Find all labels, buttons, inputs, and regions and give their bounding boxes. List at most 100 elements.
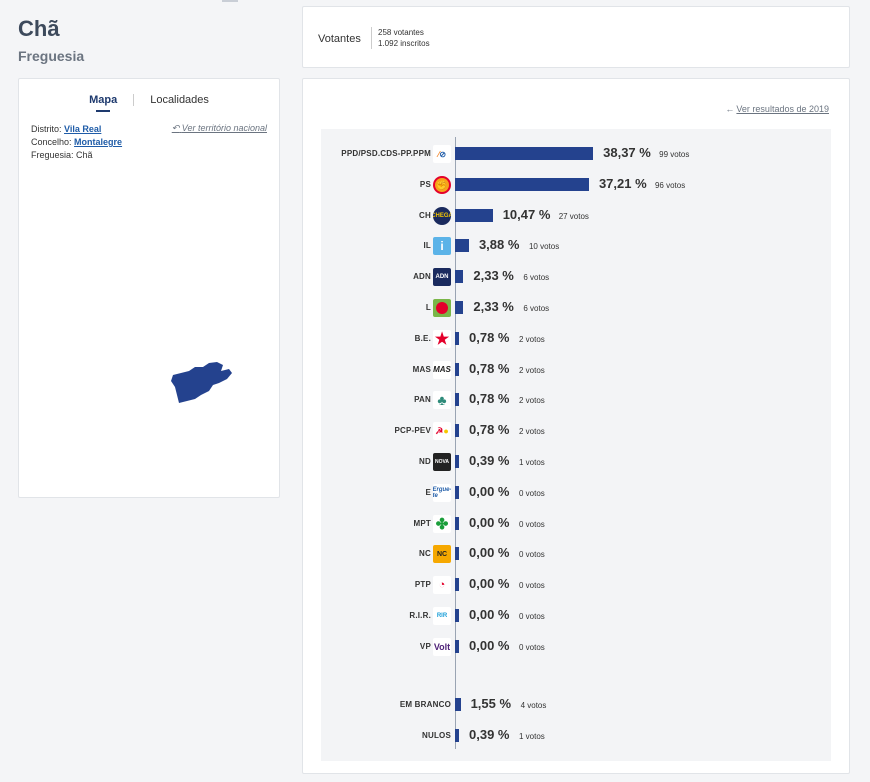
party-name: EM BRANCO <box>399 700 451 709</box>
nd-logo-icon: NOVA <box>433 453 451 471</box>
tab-localidades[interactable]: Localidades <box>134 94 225 106</box>
result-bar <box>455 239 469 253</box>
party-name: PCP-PEV <box>394 426 431 436</box>
result-percent: 38,37 % <box>603 145 651 160</box>
ergue-te-logo-icon: Ergue-te <box>433 483 451 502</box>
result-bar <box>455 609 459 622</box>
result-bar <box>455 208 493 222</box>
result-votes: 27 votos <box>558 211 589 221</box>
party-row: ADN ADN 2,33 % 6 votos <box>321 267 831 287</box>
page-subtitle: Freguesia <box>18 48 85 64</box>
result-bar <box>455 270 464 284</box>
map-card: Mapa Localidades Distrito: Vila Real Con… <box>18 78 280 498</box>
arrow-left-icon: ← <box>725 104 735 114</box>
result-votes: 6 votos <box>523 304 550 313</box>
cdu-logo-icon: ☭ ● <box>433 422 451 441</box>
freguesia-label: Freguesia: <box>31 150 74 160</box>
result-bar <box>455 729 459 742</box>
party-name: NC <box>419 549 431 559</box>
voters-card: Votantes 258 votantes 1.092 inscritos <box>302 6 850 68</box>
result-percent: 0,39 % <box>469 727 510 742</box>
parish-map-shape[interactable] <box>169 361 235 405</box>
result-percent: 0,00 % <box>469 483 510 499</box>
party-name: PS <box>419 179 431 189</box>
results-card: ← Ver resultados de 2019 PPD/PSD.CDS-PP.P… <box>302 78 850 774</box>
party-name: PTP <box>414 580 431 590</box>
special-row: NULOS 0,39 % 1 votos <box>321 726 831 746</box>
mas-logo-icon: MAS <box>433 360 451 379</box>
result-bar <box>455 177 589 191</box>
result-votes: 0 votos <box>519 550 545 560</box>
result-votes: 4 votos <box>520 701 547 710</box>
national-territory-link[interactable]: ↶ Ver território nacional <box>172 123 267 134</box>
ptp-logo-icon: ◔ <box>433 576 451 595</box>
party-name: CH <box>419 210 431 220</box>
mpt-logo-icon: ✤ <box>433 514 451 533</box>
result-votes: 1 votos <box>519 458 545 467</box>
result-votes: 10 votos <box>528 242 560 252</box>
result-votes: 2 votos <box>519 396 545 406</box>
result-bar <box>455 393 459 407</box>
result-percent: 37,21 % <box>598 175 647 191</box>
freguesia-value: Chã <box>76 150 93 160</box>
result-bar <box>455 455 459 468</box>
volt-logo-icon: Volt <box>433 637 451 656</box>
result-votes: 0 votos <box>519 642 545 652</box>
result-percent: 0,00 % <box>469 637 510 653</box>
result-percent: 0,78 % <box>469 391 510 407</box>
result-votes: 1 votos <box>519 732 545 741</box>
party-row: L 2,33 % 6 votos <box>321 298 831 318</box>
chart-axis <box>455 137 456 749</box>
party-row: IL i 3,88 % 10 votos <box>321 236 831 256</box>
party-name: ADN <box>413 272 431 282</box>
party-row: MAS MAS 0,78 % 2 votos <box>321 360 831 380</box>
distrito-label: Distrito: <box>31 124 62 134</box>
chega-logo-icon: CHEGA <box>433 206 451 225</box>
distrito-link[interactable]: Vila Real <box>64 124 101 134</box>
party-row: PCP-PEV ☭ ● 0,78 % 2 votos <box>321 421 831 441</box>
voters-numbers: 258 votantes 1.092 inscritos <box>371 27 430 49</box>
national-territory-label: Ver território nacional <box>181 123 267 133</box>
result-votes: 0 votos <box>519 612 545 621</box>
tab-mapa[interactable]: Mapa <box>73 94 133 106</box>
result-votes: 0 votos <box>519 519 545 529</box>
party-name: PAN <box>414 395 431 405</box>
party-row: PTP ◔ 0,00 % 0 votos <box>321 575 831 595</box>
result-votes: 96 votos <box>654 180 686 190</box>
result-bar <box>455 516 459 530</box>
special-row: EM BRANCO 1,55 % 4 votos <box>321 695 831 715</box>
party-row: CH CHEGA 10,47 % 27 votos <box>321 206 831 226</box>
undo-icon: ↶ <box>171 123 180 133</box>
il-logo-icon: i <box>433 237 451 256</box>
previous-results-link[interactable]: ← Ver resultados de 2019 <box>725 104 829 114</box>
result-percent: 0,00 % <box>469 576 510 592</box>
party-row: E Ergue-te 0,00 % 0 votos <box>321 483 831 503</box>
result-percent: 1,55 % <box>470 696 512 711</box>
result-percent: 2,33 % <box>473 299 514 314</box>
party-name: ND <box>419 457 431 466</box>
party-row: PAN ♣ 0,78 % 2 votos <box>321 390 831 410</box>
result-percent: 0,39 % <box>469 453 510 468</box>
party-name: VP <box>419 641 431 651</box>
party-row: PPD/PSD.CDS-PP.PPM ⁄ ⊘ 38,37 % 99 votos <box>321 144 831 164</box>
result-percent: 0,78 % <box>469 422 510 438</box>
party-name: IL <box>423 241 431 251</box>
votantes-count: 258 votantes <box>378 28 424 37</box>
concelho-link[interactable]: Montalegre <box>74 137 122 147</box>
party-row: VP Volt 0,00 % 0 votos <box>321 637 831 657</box>
inscritos-count: 1.092 inscritos <box>378 39 430 48</box>
result-votes: 0 votos <box>519 581 545 591</box>
result-percent: 3,88 % <box>478 237 520 253</box>
result-bar <box>455 547 459 561</box>
result-bar <box>455 301 464 314</box>
result-bar <box>455 147 594 160</box>
result-bar <box>455 578 459 592</box>
result-votes: 0 votos <box>519 488 545 498</box>
top-scroll-mark <box>222 0 238 2</box>
result-bar <box>455 485 459 499</box>
result-percent: 2,33 % <box>473 268 514 284</box>
result-votes: 2 votos <box>519 365 545 375</box>
result-percent: 10,47 % <box>502 206 551 222</box>
be-logo-icon: ★ <box>433 329 451 348</box>
freguesia-line: Freguesia: Chã <box>31 149 122 162</box>
